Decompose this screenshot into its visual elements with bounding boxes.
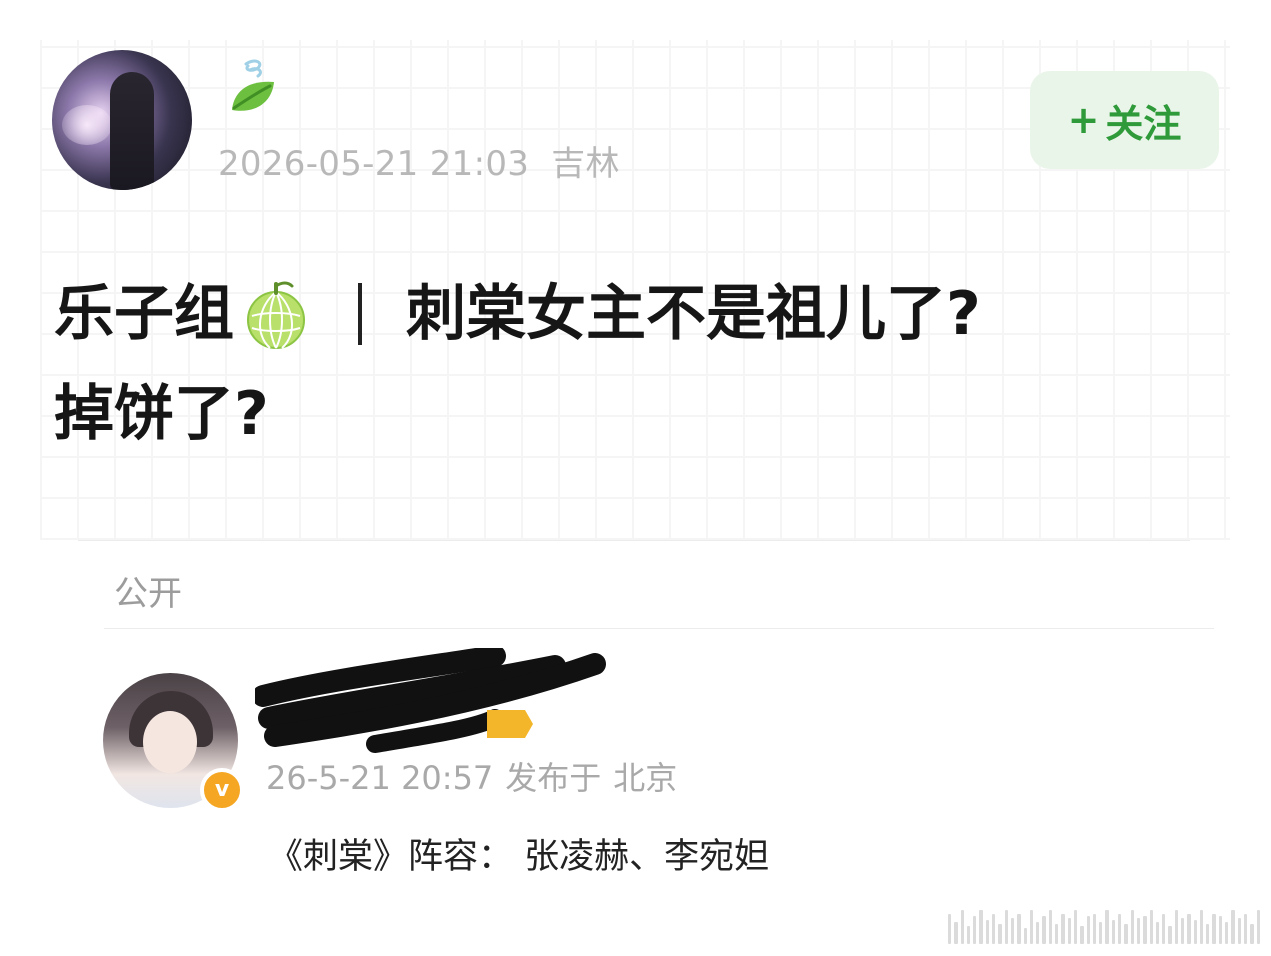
post-title: 乐子组 刺棠女主不是祖儿了? 掉饼了?	[54, 264, 1204, 464]
watermark-bar	[1118, 914, 1122, 944]
watermark-bar	[1218, 916, 1223, 944]
title-main: 刺棠女主不是祖儿了?	[406, 279, 981, 349]
watermark-bar	[973, 916, 977, 944]
watermark-bar	[985, 920, 990, 944]
watermark-bar	[1048, 910, 1053, 944]
watermark-bar	[1155, 922, 1160, 944]
watermark-bar	[979, 910, 983, 944]
quoted-location: 北京	[613, 759, 678, 797]
watermark-bar	[1174, 910, 1178, 944]
watermark-bar	[1042, 916, 1046, 944]
avatar-figure	[110, 72, 154, 190]
watermark-bar	[1055, 924, 1059, 944]
watermark-bar	[1193, 920, 1197, 944]
watermark-bar	[998, 924, 1002, 944]
watermark-bar	[1124, 924, 1128, 944]
avatar-glow	[62, 105, 112, 145]
watermark-bar	[954, 922, 958, 944]
watermark-bar	[1187, 914, 1191, 944]
watermark-bar	[1004, 910, 1008, 944]
plus-icon: +	[1067, 98, 1100, 142]
watermark-bar	[992, 914, 996, 944]
watermark-bar	[1168, 926, 1172, 944]
post-card: 2026-05-21 21:03 吉林 + 关注 乐子组 刺棠女主不是祖儿了?	[0, 0, 1271, 956]
redacted-username	[255, 648, 606, 753]
post-meta: 2026-05-21 21:03 吉林	[218, 136, 620, 185]
divider	[104, 628, 1214, 629]
divider	[78, 540, 1190, 541]
watermark-bar	[960, 910, 964, 944]
watermark	[948, 908, 1260, 944]
verified-badge: v	[200, 768, 244, 812]
watermark-bar	[1010, 918, 1015, 944]
title-separator	[358, 283, 362, 345]
watermark-bar	[1206, 924, 1210, 944]
watermark-bar	[948, 914, 952, 944]
title-line-2: 掉饼了?	[54, 364, 1204, 464]
watermark-bar	[1136, 918, 1141, 944]
watermark-bar	[1250, 924, 1254, 944]
watermark-bar	[1017, 914, 1021, 944]
watermark-bar	[1130, 910, 1134, 944]
watermark-bar	[1061, 914, 1065, 944]
watermark-bar	[1105, 910, 1109, 944]
watermark-bar	[966, 926, 971, 944]
quoted-text: 《刺棠》阵容： 张凌赫、李宛妲	[268, 837, 770, 877]
quoted-published-label: 发布于	[505, 759, 602, 797]
watermark-bar	[1199, 910, 1204, 944]
avatar-face	[143, 711, 197, 773]
leaf-icon	[232, 59, 274, 111]
post-location: 吉林	[551, 144, 620, 184]
title-line-1: 乐子组 刺棠女主不是祖儿了?	[54, 264, 1204, 364]
quoted-timestamp: 26-5-21 20:57	[266, 759, 494, 797]
watermark-bar	[1029, 910, 1034, 944]
follow-label: 关注	[1105, 101, 1182, 146]
watermark-bar	[1086, 916, 1090, 944]
watermark-bar	[1212, 914, 1216, 944]
follow-button[interactable]: + 关注	[1030, 71, 1219, 169]
watermark-bar	[1237, 918, 1241, 944]
watermark-bar	[1067, 918, 1071, 944]
author-avatar[interactable]	[52, 50, 192, 190]
watermark-bar	[1149, 910, 1153, 944]
watermark-bar	[1256, 910, 1260, 944]
title-prefix: 乐子组	[54, 279, 234, 349]
watermark-bar	[1225, 922, 1229, 944]
watermark-bar	[1023, 928, 1027, 944]
watermark-bar	[1143, 916, 1147, 944]
watermark-bar	[1036, 922, 1040, 944]
watermark-bar	[1099, 922, 1103, 944]
watermark-bar	[1243, 914, 1248, 944]
watermark-bar	[1080, 926, 1084, 944]
visibility-label: 公开	[114, 574, 182, 614]
title-second-line: 掉饼了?	[54, 379, 269, 449]
watermark-bar	[1073, 910, 1078, 944]
quoted-meta: 26-5-21 20:57 发布于 北京	[266, 753, 677, 799]
watermark-bar	[1162, 914, 1166, 944]
melon-icon	[247, 281, 305, 349]
watermark-bar	[1231, 910, 1235, 944]
watermark-bar	[1092, 914, 1097, 944]
post-timestamp: 2026-05-21 21:03	[218, 144, 530, 184]
watermark-bar	[1111, 920, 1116, 944]
watermark-bar	[1180, 918, 1185, 944]
